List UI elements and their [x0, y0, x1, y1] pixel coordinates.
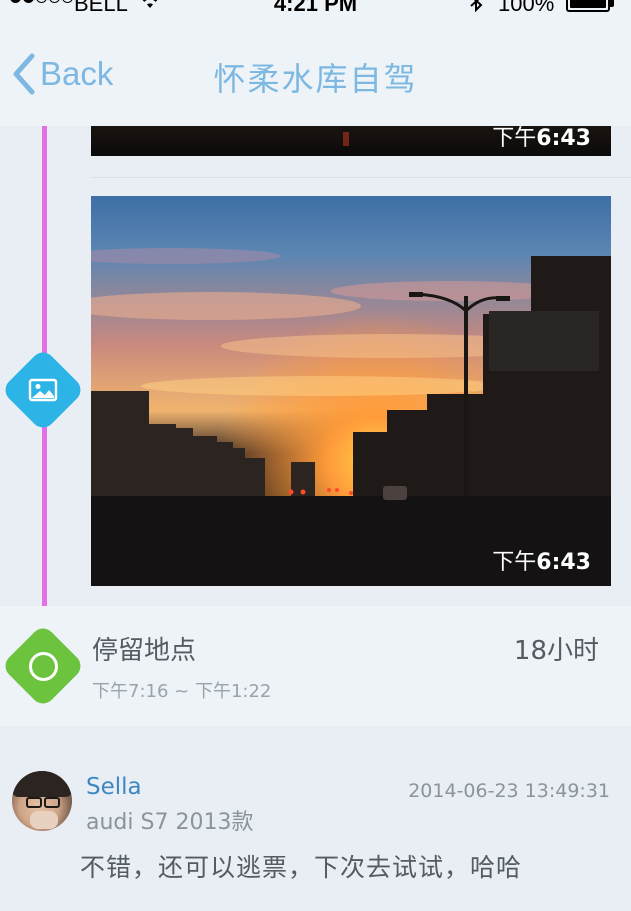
photo-timestamp: 下午6:43 — [492, 550, 591, 575]
previous-photo[interactable]: 下午6:43 — [91, 126, 611, 156]
stop-entry[interactable]: 停留地点 18小时 下午7:16 ~ 下午1:22 — [0, 606, 631, 726]
comment-author[interactable]: Sella — [86, 774, 142, 800]
battery-percentage: 100% — [498, 0, 555, 16]
comment: Sella 2014-06-23 13:49:31 audi S7 2013款 … — [0, 726, 631, 911]
page-title: 怀柔水库自驾 — [213, 60, 418, 98]
photo-timestamp: 下午6:43 — [492, 126, 591, 151]
comment-car-model: audi S7 2013款 — [86, 810, 254, 835]
comment-text: 不错，还可以逃票，下次去试试，哈哈 — [80, 853, 523, 882]
bluetooth-icon — [470, 0, 483, 13]
image-icon — [28, 378, 58, 402]
status-bar: BELL 4:21 PM 100% — [0, 0, 631, 22]
battery-icon — [566, 0, 614, 12]
comment-timestamp: 2014-06-23 13:49:31 — [408, 780, 610, 802]
divider — [91, 177, 631, 178]
location-ring-icon — [29, 652, 58, 681]
photo-scene — [91, 248, 611, 586]
stop-title: 停留地点 — [92, 636, 197, 666]
navigation-bar: Back 怀柔水库自驾 — [0, 22, 631, 126]
avatar[interactable] — [12, 771, 72, 831]
stop-time-range: 下午7:16 ~ 下午1:22 — [92, 681, 272, 702]
sunset-photo[interactable]: 下午6:43 — [91, 196, 611, 586]
stop-duration: 18小时 — [513, 636, 599, 666]
